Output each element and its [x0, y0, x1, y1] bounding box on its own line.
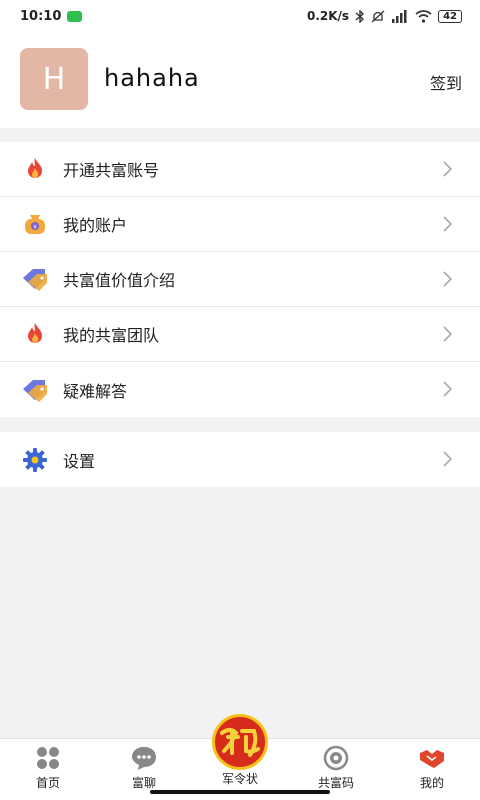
svg-text:¥: ¥	[33, 224, 37, 231]
menu-label: 疑难解答	[63, 381, 128, 401]
status-time: 10:10	[20, 8, 62, 24]
chevron-right-icon	[443, 216, 453, 232]
menu-item-my-account[interactable]: ¥ 我的账户	[0, 197, 480, 252]
tag-icon	[20, 375, 50, 405]
fire-icon	[20, 319, 50, 349]
battery-indicator: 42	[438, 9, 462, 23]
menu-label: 我的账户	[63, 216, 128, 235]
menu-item-settings[interactable]: 设置	[0, 432, 480, 487]
money-bag-icon: ¥	[20, 209, 50, 239]
menu-item-open-account[interactable]: 开通共富账号	[0, 142, 480, 197]
pledge-badge-icon[interactable]	[212, 714, 268, 770]
avatar[interactable]: H	[20, 48, 88, 110]
wechat-notification-icon	[67, 10, 83, 22]
menu-group-main: 开通共富账号 ¥ 我的账户 共富值价值介绍 我的共富团队 疑难解答	[0, 142, 480, 417]
menu-label: 我的共富团队	[63, 326, 160, 345]
menu-label: 共富值价值介绍	[63, 271, 176, 290]
menu-item-value-intro[interactable]: 共富值价值介绍	[0, 252, 480, 307]
chevron-right-icon	[443, 161, 453, 177]
chevron-right-icon	[443, 271, 453, 287]
wifi-icon	[415, 9, 432, 23]
bluetooth-icon	[355, 9, 365, 23]
menu-item-my-team[interactable]: 我的共富团队	[0, 307, 480, 362]
profile-header: H hahaha 签到	[0, 32, 480, 128]
tab-label[interactable]: 军令状	[222, 772, 258, 786]
chevron-right-icon	[443, 326, 453, 342]
gear-icon	[20, 445, 50, 475]
home-indicator	[150, 790, 330, 794]
chevron-right-icon	[443, 451, 453, 467]
chevron-right-icon	[443, 381, 453, 397]
checkin-button[interactable]: 签到	[430, 70, 462, 94]
menu-label: 设置	[63, 451, 96, 471]
menu-label: 开通共富账号	[63, 161, 160, 180]
avatar-letter: H	[42, 61, 66, 97]
pledge-tab-label-wrap: 军令状	[0, 768, 480, 787]
status-right: 0.2K/s 42	[307, 9, 462, 23]
signal-icon	[392, 9, 407, 23]
menu-group-settings: 设置	[0, 432, 480, 487]
username: hahaha	[104, 64, 200, 92]
tag-icon	[20, 264, 50, 294]
network-speed: 0.2K/s	[306, 9, 350, 23]
silent-icon	[371, 10, 385, 22]
menu-item-faq[interactable]: 疑难解答	[0, 362, 480, 417]
fire-icon	[20, 154, 50, 184]
status-bar: 10:10 0.2K/s 42	[0, 0, 480, 32]
